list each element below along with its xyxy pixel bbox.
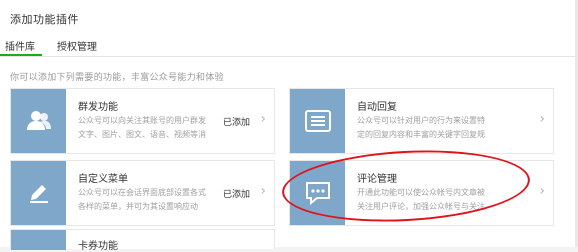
tab-bar: 插件库 授权管理 <box>0 31 578 57</box>
message-list-icon <box>290 89 345 153</box>
page-description: 你可以添加下列需要的功能，丰富公众号能力和体验 <box>10 73 224 83</box>
chevron-right-icon: › <box>539 111 545 127</box>
plugin-name: 评论管理 <box>357 174 397 185</box>
pencil-icon <box>11 161 66 225</box>
active-tab-indicator <box>0 54 42 56</box>
plugin-name: 群发功能 <box>78 102 118 113</box>
card-icon <box>11 230 66 250</box>
plugin-name: 自动回复 <box>357 102 397 113</box>
tab-authorization[interactable]: 授权管理 <box>57 38 97 53</box>
plugin-panel: 添加功能插件 插件库 授权管理 你可以添加下列需要的功能，丰富公众号能力和体验 … <box>0 0 578 252</box>
plugin-card-comment-management[interactable]: 评论管理 开通此功能可以使公众帐号内文章被关注用户评论，加强公众帐号与关注用户之… <box>289 160 554 226</box>
plugin-name: 自定义菜单 <box>78 174 128 185</box>
plugin-description: 公众号可以针对用户的行为来设置特定的回复内容和丰富的关键字回复规则。 <box>357 116 485 139</box>
speech-bubble-icon <box>290 161 345 225</box>
plugin-description: 公众号可以在会话界面底部设置各式各样的菜单，并可为其设置响应动作。 <box>78 188 206 211</box>
chevron-right-icon: › <box>260 183 266 199</box>
plugin-card-custom-menu[interactable]: 自定义菜单 公众号可以在会话界面底部设置各式各样的菜单，并可为其设置响应动作。 … <box>10 160 275 226</box>
chevron-right-icon: › <box>260 111 266 127</box>
page-title: 添加功能插件 <box>10 13 79 26</box>
plugin-status: 已添加 <box>222 190 250 200</box>
plugin-card-mass-send[interactable]: 群发功能 公众号可以向关注其账号的用户群发文字、图片、图文、语音、视频等消息。 … <box>10 88 275 154</box>
plugin-description: 开通此功能可以使公众帐号内文章被关注用户评论，加强公众帐号与关注用户之间的互 <box>357 188 485 211</box>
plugin-card-auto-reply[interactable]: 自动回复 公众号可以针对用户的行为来设置特定的回复内容和丰富的关键字回复规则。 … <box>289 88 554 154</box>
tab-plugin-library[interactable]: 插件库 <box>5 38 35 53</box>
plugin-name: 卡券功能 <box>78 241 118 252</box>
plugin-description: 公众号可以向关注其账号的用户群发文字、图片、图文、语音、视频等消息。 <box>78 116 206 139</box>
plugin-card-coupons[interactable]: 卡券功能 <box>10 229 275 252</box>
plugin-status: 已添加 <box>222 118 250 128</box>
users-icon <box>11 89 66 153</box>
chevron-right-icon: › <box>539 183 545 199</box>
